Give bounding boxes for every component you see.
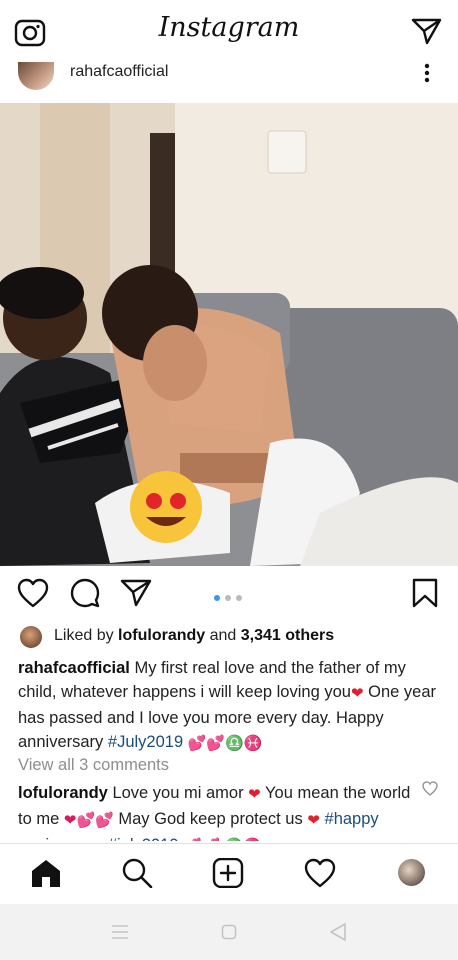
- add-post-icon[interactable]: [212, 858, 244, 888]
- hearts-zodiac-emoji: 💕💕 ♎♓: [183, 835, 262, 841]
- comment-text: Love you mi amor: [112, 784, 244, 802]
- red-heart-emoji: ❤: [248, 786, 261, 803]
- carousel-dot: [225, 595, 231, 601]
- profile-avatar[interactable]: [398, 859, 425, 886]
- comment-icon[interactable]: [69, 578, 101, 608]
- comment-username[interactable]: lofulorandy: [18, 784, 108, 802]
- likes-summary[interactable]: Liked by lofulorandy and 3,341 others: [54, 627, 334, 645]
- likes-user[interactable]: lofulorandy: [118, 627, 205, 644]
- carousel-indicator: [214, 588, 247, 601]
- post-caption: rahafcaofficial My first real love and t…: [18, 656, 443, 756]
- caption-hashtag[interactable]: #July2019: [108, 733, 183, 751]
- carousel-dot: [236, 595, 242, 601]
- post-photo[interactable]: [0, 103, 458, 566]
- likes-connector: and: [209, 627, 237, 644]
- app-logo: Instagram: [158, 12, 300, 43]
- likes-prefix: Liked by: [54, 627, 114, 644]
- comment: lofulorandy Love you mi amor ❤ You mean …: [18, 781, 423, 841]
- view-all-comments-link[interactable]: View all 3 comments: [18, 756, 169, 775]
- activity-heart-icon[interactable]: [304, 858, 336, 888]
- red-heart-emoji: ❤: [307, 812, 320, 829]
- liker-avatar[interactable]: [20, 626, 42, 648]
- zodiac-emoji: ♎♓: [225, 735, 263, 752]
- comment-text: May God keep protect us: [118, 810, 303, 828]
- search-icon[interactable]: [121, 858, 153, 888]
- hearts-emoji: ❤💕💕: [63, 812, 114, 829]
- more-options-icon[interactable]: [421, 62, 433, 84]
- post-username[interactable]: rahafcaofficial: [70, 63, 168, 81]
- share-icon[interactable]: [120, 578, 152, 608]
- home-square-icon[interactable]: [221, 924, 237, 940]
- back-triangle-icon[interactable]: [329, 922, 347, 942]
- direct-send-icon[interactable]: [410, 16, 442, 46]
- two-hearts-emoji: 💕💕: [187, 735, 226, 752]
- menu-icon[interactable]: [111, 924, 129, 940]
- home-icon[interactable]: [30, 858, 62, 888]
- carousel-dot: [214, 595, 220, 601]
- red-heart-emoji: ❤: [350, 685, 364, 702]
- caption-username[interactable]: rahafcaofficial: [18, 659, 130, 677]
- post-header: [0, 60, 458, 104]
- heart-icon[interactable]: [17, 578, 49, 608]
- comment-like-icon[interactable]: [422, 781, 438, 796]
- likes-count[interactable]: 3,341 others: [241, 627, 334, 644]
- bookmark-icon[interactable]: [411, 578, 439, 608]
